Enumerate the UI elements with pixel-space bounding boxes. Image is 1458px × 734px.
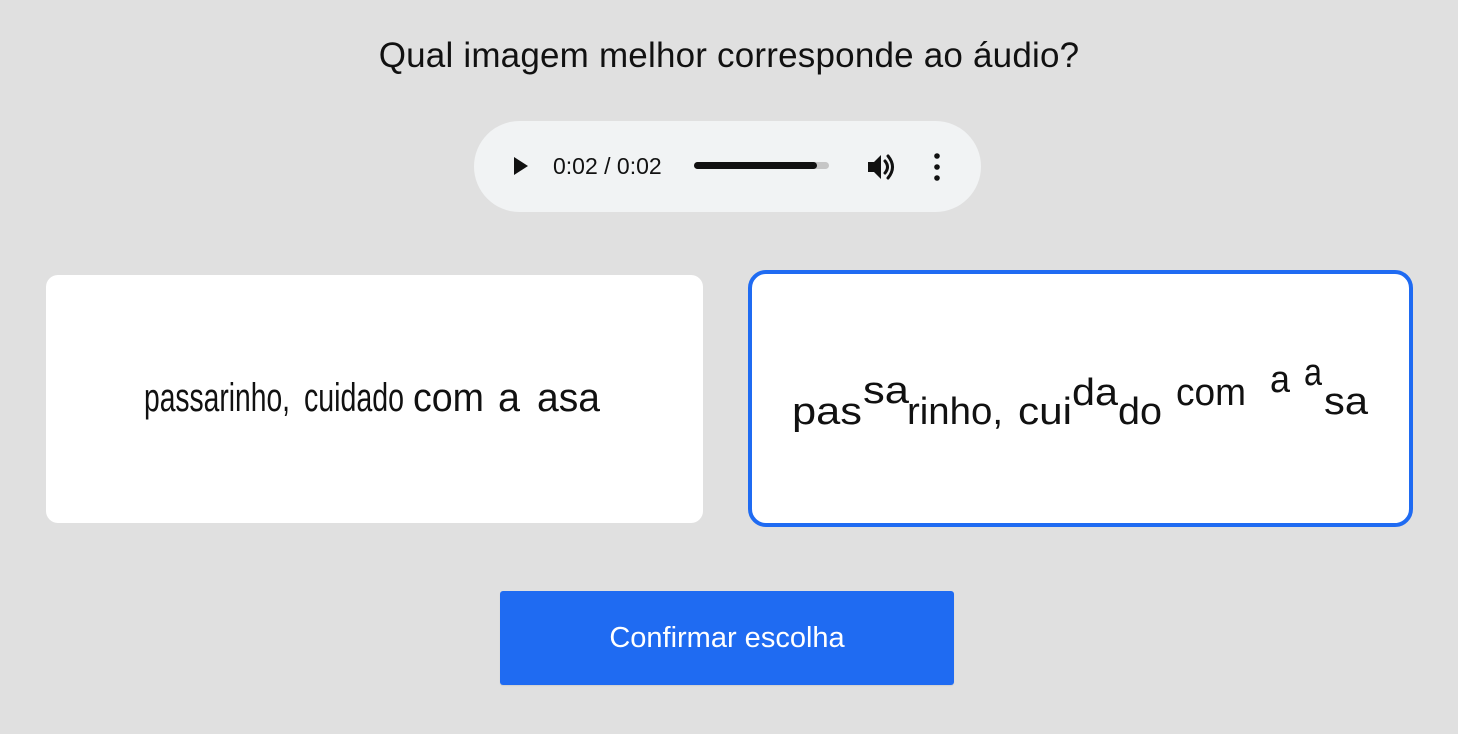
confirm-button[interactable]: Confirmar escolha [500, 591, 954, 685]
audio-progress-fill [694, 162, 817, 169]
option-1-word: com [413, 376, 484, 420]
option-2-segment: pas [792, 391, 862, 433]
option-2-segment: cui [1018, 391, 1072, 433]
option-2-segment: a [1304, 352, 1323, 394]
more-vert-icon [934, 153, 940, 181]
option-1-word: passarinho, [144, 376, 290, 420]
option-1-word: asa [537, 376, 601, 420]
option-2-segment: com [1176, 372, 1246, 414]
option-card-1[interactable]: passarinho, cuidado com a asa [46, 275, 703, 523]
option-2-text-image: pas sa rinho, cui da do com a a sa [792, 352, 1369, 433]
option-2-segment: rinho, [907, 391, 1003, 433]
option-card-2[interactable]: pas sa rinho, cui da do com a a sa [748, 270, 1413, 527]
play-icon [514, 157, 528, 175]
volume-button[interactable] [864, 151, 898, 183]
option-1-text-image: passarinho, cuidado com a asa [144, 376, 601, 420]
volume-icon [868, 154, 894, 180]
option-2-segment: a [1270, 359, 1291, 401]
option-1-word: a [498, 376, 521, 420]
audio-progress-bar[interactable] [694, 162, 829, 169]
play-button[interactable] [505, 151, 535, 181]
option-2-segment: da [1072, 372, 1119, 414]
question-title: Qual imagem melhor corresponde ao áudio? [378, 36, 1080, 75]
option-2-segment: sa [1324, 381, 1369, 423]
more-options-button[interactable] [925, 151, 949, 183]
option-1-word: cuidado [304, 376, 404, 420]
time-display: 0:02 / 0:02 [553, 153, 662, 179]
option-2-segment: do [1118, 391, 1162, 433]
option-2-segment: sa [863, 370, 910, 412]
